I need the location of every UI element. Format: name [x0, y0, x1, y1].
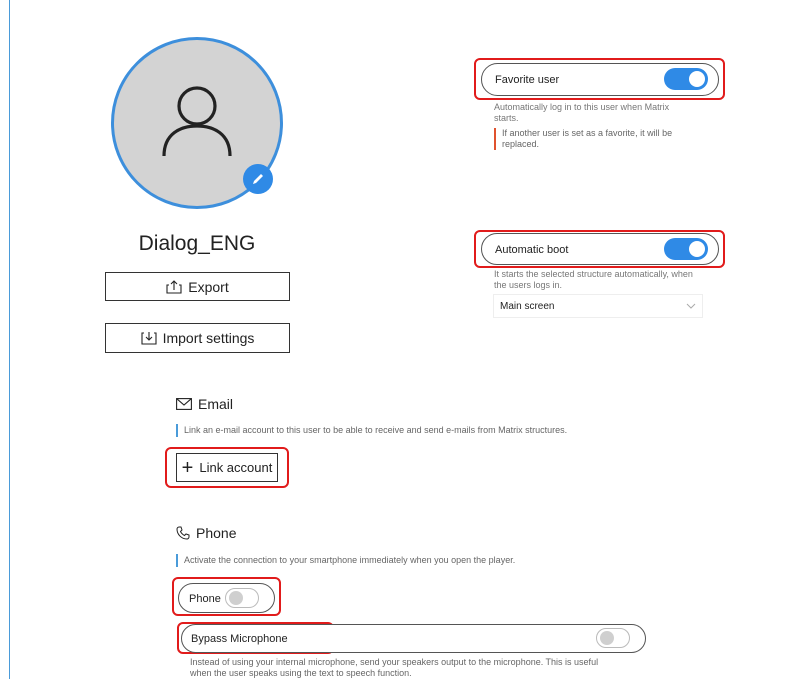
import-icon — [141, 332, 157, 345]
structure-select-value: Main screen — [500, 300, 555, 312]
phone-switch[interactable] — [225, 588, 259, 608]
automatic-boot-description: It starts the selected structure automat… — [494, 269, 693, 290]
export-button[interactable]: Export — [105, 272, 290, 301]
export-label: Export — [188, 278, 229, 295]
email-description: Link an e-mail account to this user to b… — [176, 424, 567, 437]
phone-description: Activate the connection to your smartpho… — [176, 554, 515, 567]
user-name: Dialog_ENG — [138, 232, 256, 255]
bypass-microphone-label: Bypass Microphone — [191, 633, 288, 645]
plus-icon: + — [181, 456, 194, 479]
chevron-down-icon — [686, 303, 696, 309]
import-settings-label: Import settings — [162, 330, 255, 346]
bypass-microphone-description: Instead of using your internal microphon… — [190, 657, 599, 678]
import-settings-button[interactable]: Import settings — [105, 323, 290, 353]
edit-avatar-button[interactable] — [243, 164, 273, 194]
phone-title: Phone — [196, 525, 237, 541]
structure-select[interactable]: Main screen — [493, 294, 703, 318]
phone-toggle-label: Phone — [189, 593, 221, 605]
person-icon — [162, 86, 232, 157]
link-account-button[interactable]: + Link account — [176, 453, 278, 482]
left-border — [9, 0, 10, 679]
favorite-user-label: Favorite user — [495, 74, 560, 86]
phone-section-title: Phone — [176, 525, 236, 541]
favorite-user-warning: If another user is set as a favorite, it… — [494, 128, 672, 150]
envelope-icon — [176, 398, 192, 410]
bypass-microphone-switch[interactable] — [596, 628, 630, 648]
automatic-boot-label: Automatic boot — [495, 244, 569, 256]
automatic-boot-switch[interactable] — [664, 238, 708, 260]
favorite-user-switch[interactable] — [664, 68, 708, 90]
pencil-icon — [253, 174, 263, 184]
email-section-title: Email — [176, 396, 233, 412]
export-icon — [166, 279, 182, 294]
link-account-label: Link account — [199, 460, 273, 475]
favorite-user-description: Automatically log in to this user when M… — [494, 102, 670, 123]
email-title: Email — [198, 396, 234, 412]
phone-icon — [176, 526, 190, 540]
